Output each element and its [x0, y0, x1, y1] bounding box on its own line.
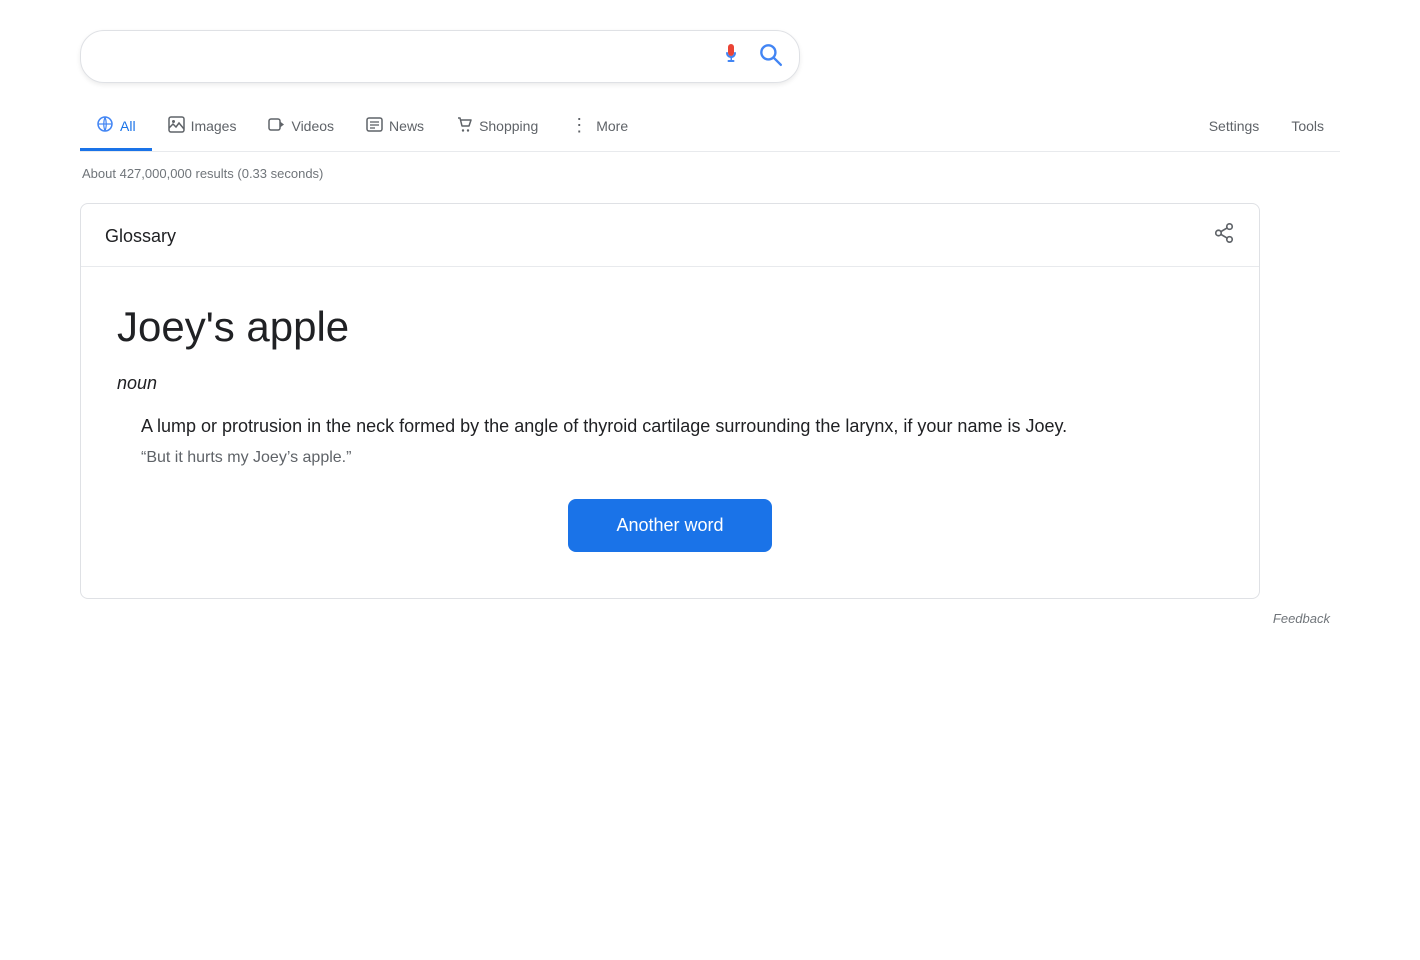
- word-title: Joey's apple: [117, 303, 1223, 351]
- tab-all-label: All: [120, 118, 136, 134]
- tab-images[interactable]: Images: [152, 104, 253, 151]
- feedback-link[interactable]: Feedback: [1273, 611, 1330, 626]
- word-part-of-speech: noun: [117, 373, 1223, 394]
- glossary-card: Glossary Joey's apple noun A lump or pro…: [80, 203, 1260, 599]
- search-icon[interactable]: [757, 41, 783, 72]
- mic-icon[interactable]: [719, 42, 743, 71]
- tools-label: Tools: [1291, 118, 1324, 134]
- tab-shopping-label: Shopping: [479, 118, 538, 134]
- tab-news[interactable]: News: [350, 104, 440, 151]
- news-icon: [366, 116, 383, 136]
- glossary-card-header: Glossary: [81, 204, 1259, 267]
- share-icon[interactable]: [1213, 222, 1235, 250]
- videos-icon: [268, 116, 285, 136]
- tab-shopping[interactable]: Shopping: [440, 104, 554, 151]
- tab-images-label: Images: [191, 118, 237, 134]
- another-word-btn-container: Another word: [117, 499, 1223, 552]
- settings-link[interactable]: Settings: [1193, 106, 1276, 149]
- another-word-button[interactable]: Another word: [568, 499, 771, 552]
- all-icon: [96, 115, 114, 136]
- tab-news-label: News: [389, 118, 424, 134]
- images-icon: [168, 116, 185, 136]
- nav-tabs: All Images Videos: [80, 103, 1340, 152]
- more-icon: ⋮: [570, 115, 590, 136]
- results-info: About 427,000,000 results (0.33 seconds): [80, 166, 1340, 181]
- tab-more-label: More: [596, 118, 628, 134]
- glossary-card-body: Joey's apple noun A lump or protrusion i…: [81, 267, 1259, 598]
- word-example: “But it hurts my Joey’s apple.”: [117, 449, 1223, 467]
- tab-videos-label: Videos: [291, 118, 334, 134]
- settings-label: Settings: [1209, 118, 1260, 134]
- tools-link[interactable]: Tools: [1275, 106, 1340, 149]
- search-bar: friends glossary: [80, 30, 800, 83]
- shopping-icon: [456, 116, 473, 136]
- word-definition: A lump or protrusion in the neck formed …: [117, 412, 1223, 441]
- glossary-card-title: Glossary: [105, 226, 176, 247]
- feedback-row: Feedback: [80, 611, 1340, 626]
- tab-videos[interactable]: Videos: [252, 104, 350, 151]
- tab-all[interactable]: All: [80, 103, 152, 151]
- search-input[interactable]: friends glossary: [101, 46, 719, 67]
- tab-more[interactable]: ⋮ More: [554, 103, 644, 151]
